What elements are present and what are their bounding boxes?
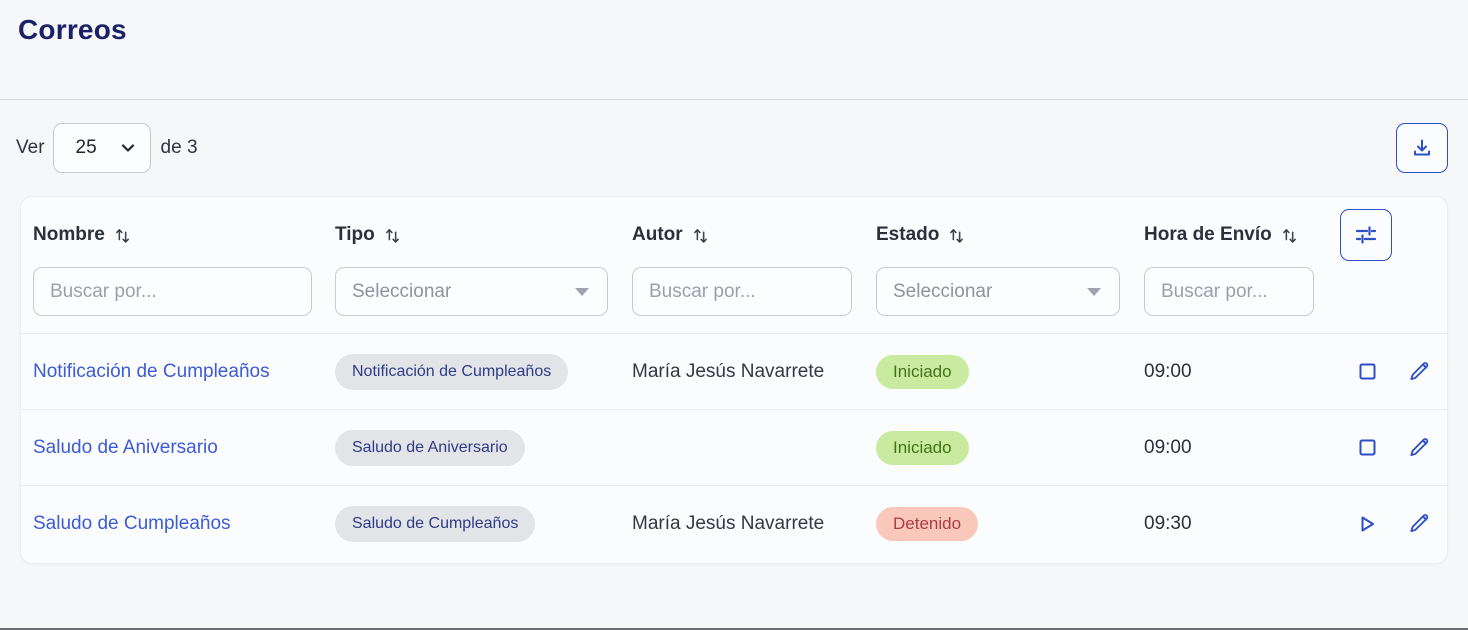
edit-button[interactable] <box>1408 513 1430 535</box>
status-badge: Detenido <box>876 507 978 541</box>
column-label: Tipo <box>335 224 375 246</box>
email-name-link[interactable]: Saludo de Cumpleaños <box>33 513 231 534</box>
column-label: Autor <box>632 224 683 246</box>
edit-button[interactable] <box>1408 437 1430 459</box>
type-badge: Saludo de Aniversario <box>335 430 525 466</box>
send-time-text: 09:00 <box>1144 437 1192 458</box>
column-header-autor[interactable]: Autor <box>632 224 876 246</box>
play-icon <box>1358 515 1376 533</box>
sort-icon[interactable] <box>384 226 401 244</box>
column-label: Nombre <box>33 224 105 246</box>
pencil-icon <box>1409 437 1430 458</box>
select-value: Seleccionar <box>893 281 992 303</box>
column-label: Estado <box>876 224 939 246</box>
stop-icon <box>1359 363 1376 380</box>
row-actions <box>1338 361 1447 383</box>
column-header-nombre[interactable]: Nombre <box>21 224 335 246</box>
column-header-tipo[interactable]: Tipo <box>335 224 632 246</box>
filter-input-autor[interactable] <box>632 267 852 316</box>
sort-icon[interactable] <box>948 226 965 244</box>
status-badge: Iniciado <box>876 355 969 389</box>
send-time-text: 09:00 <box>1144 361 1192 382</box>
sort-icon[interactable] <box>114 226 131 244</box>
emails-table-card: Nombre Tipo Autor Estado Hora de Envío <box>20 196 1448 564</box>
table-row: Notificación de Cumpleaños Notificación … <box>21 333 1447 409</box>
pencil-icon <box>1409 361 1430 382</box>
page-size-value: 25 <box>76 137 97 159</box>
toolbar: Ver 25 de 3 <box>0 100 1468 196</box>
filter-select-estado[interactable]: Seleccionar <box>876 267 1120 316</box>
email-name-link[interactable]: Saludo de Aniversario <box>33 437 218 458</box>
column-settings-button[interactable] <box>1340 209 1392 261</box>
type-badge: Saludo de Cumpleaños <box>335 506 535 542</box>
table-row: Saludo de Aniversario Saludo de Aniversa… <box>21 409 1447 485</box>
stop-button[interactable] <box>1356 437 1378 459</box>
filter-input-nombre[interactable] <box>33 267 312 316</box>
caret-down-icon <box>575 288 589 296</box>
sliders-icon <box>1353 222 1379 248</box>
page-size-select[interactable]: 25 <box>53 123 151 173</box>
author-text: María Jesús Navarrete <box>632 361 824 382</box>
type-badge: Notificación de Cumpleaños <box>335 354 568 390</box>
author-text: María Jesús Navarrete <box>632 513 824 534</box>
pencil-icon <box>1409 513 1430 534</box>
download-icon <box>1410 136 1434 160</box>
column-settings-wrap <box>1338 209 1447 261</box>
download-button[interactable] <box>1396 123 1448 173</box>
page-header: Correos <box>0 0 1468 100</box>
chevron-down-icon <box>120 140 136 156</box>
column-header-hora-de-envio[interactable]: Hora de Envío <box>1144 224 1338 246</box>
column-header-estado[interactable]: Estado <box>876 224 1144 246</box>
status-badge: Iniciado <box>876 431 969 465</box>
stop-button[interactable] <box>1356 361 1378 383</box>
page-size-prefix-label: Ver <box>16 137 45 159</box>
filter-select-tipo[interactable]: Seleccionar <box>335 267 608 316</box>
caret-down-icon <box>1087 288 1101 296</box>
table-filter-row: Seleccionar Seleccionar <box>21 267 1447 333</box>
table-row: Saludo de Cumpleaños Saludo de Cumpleaño… <box>21 485 1447 561</box>
select-value: Seleccionar <box>352 281 451 303</box>
filter-input-hora[interactable] <box>1144 267 1314 316</box>
send-time-text: 09:30 <box>1144 513 1192 534</box>
row-actions <box>1338 513 1447 535</box>
page-title: Correos <box>18 14 1468 46</box>
row-actions <box>1338 437 1447 459</box>
sort-icon[interactable] <box>692 226 709 244</box>
column-label: Hora de Envío <box>1144 224 1272 246</box>
play-button[interactable] <box>1356 513 1378 535</box>
sort-icon[interactable] <box>1281 226 1298 244</box>
stop-icon <box>1359 439 1376 456</box>
email-name-link[interactable]: Notificación de Cumpleaños <box>33 361 270 382</box>
edit-button[interactable] <box>1408 361 1430 383</box>
total-count-label: de 3 <box>161 137 198 159</box>
table-header-row: Nombre Tipo Autor Estado Hora de Envío <box>21 197 1447 267</box>
